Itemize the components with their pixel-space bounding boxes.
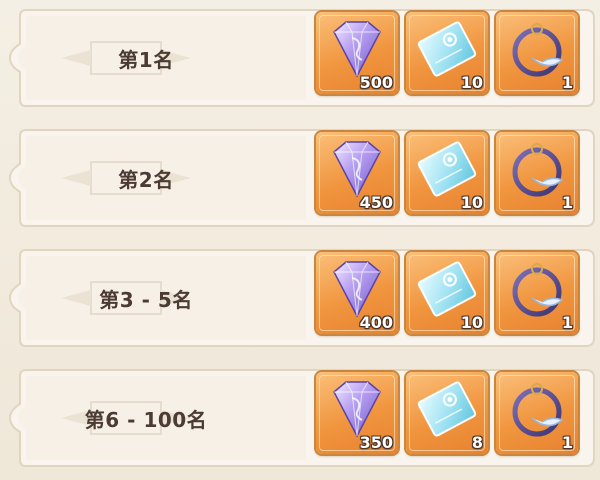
reward-item-gem[interactable]: 350 — [316, 372, 398, 454]
rank-label: 第3 - 5名 — [99, 287, 193, 312]
item-quantity: 10 — [460, 193, 483, 212]
reward-item-bracelet[interactable]: 1 — [496, 12, 578, 94]
reward-item-gem[interactable]: 450 — [316, 132, 398, 214]
reward-row: 第3 - 5名 400 10 1 — [6, 246, 598, 350]
rank-label: 第2名 — [118, 167, 174, 192]
reward-page: 第1名 500 10 1 第2名 450 10 1 第3 - 5名 400 10… — [0, 0, 600, 480]
reward-item-ticket[interactable]: 8 — [406, 372, 488, 454]
reward-row: 第1名 500 10 1 — [6, 6, 598, 110]
reward-item-bracelet[interactable]: 1 — [496, 252, 578, 334]
reward-items: 500 10 1 — [316, 12, 578, 104]
item-quantity: 450 — [359, 193, 393, 212]
item-quantity: 1 — [561, 433, 573, 452]
item-quantity: 1 — [561, 193, 573, 212]
rank-label: 第1名 — [118, 47, 174, 72]
item-quantity: 10 — [460, 73, 483, 92]
item-quantity: 1 — [561, 73, 573, 92]
item-quantity: 350 — [359, 433, 393, 452]
item-quantity: 500 — [359, 73, 393, 92]
rank-label: 第6 - 100名 — [84, 407, 208, 432]
reward-item-ticket[interactable]: 10 — [406, 12, 488, 94]
item-quantity: 10 — [460, 313, 483, 332]
reward-item-bracelet[interactable]: 1 — [496, 372, 578, 454]
reward-items: 400 10 1 — [316, 252, 578, 344]
item-quantity: 1 — [561, 313, 573, 332]
reward-item-ticket[interactable]: 10 — [406, 132, 488, 214]
reward-row: 第2名 450 10 1 — [6, 126, 598, 230]
reward-items: 450 10 1 — [316, 132, 578, 224]
reward-item-bracelet[interactable]: 1 — [496, 132, 578, 214]
reward-item-gem[interactable]: 500 — [316, 12, 398, 94]
item-quantity: 400 — [359, 313, 393, 332]
reward-item-ticket[interactable]: 10 — [406, 252, 488, 334]
item-quantity: 8 — [471, 433, 483, 452]
reward-item-gem[interactable]: 400 — [316, 252, 398, 334]
reward-row: 第6 - 100名 350 8 1 — [6, 366, 598, 470]
reward-items: 350 8 1 — [316, 372, 578, 464]
